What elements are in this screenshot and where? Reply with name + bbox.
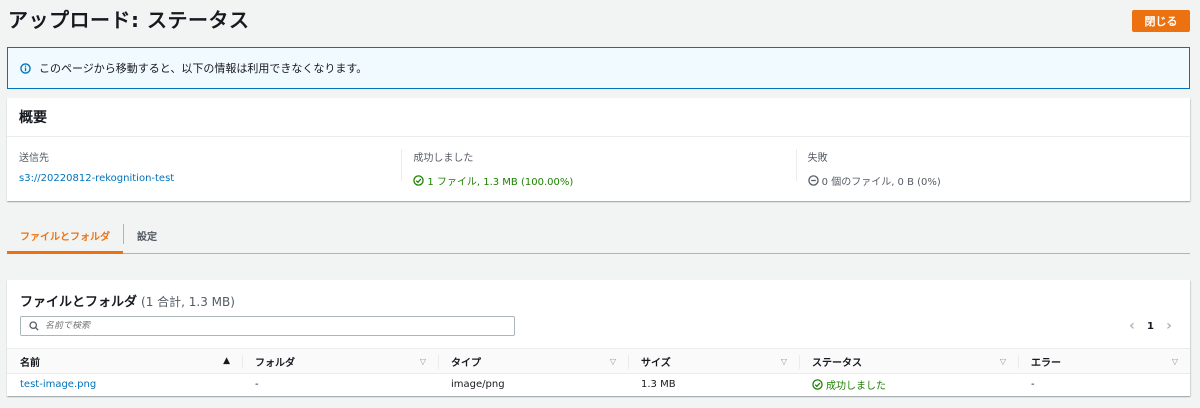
succeeded-text: 1 ファイル, 1.3 MB (100.00%): [427, 177, 574, 188]
column-header-label: フォルダ: [255, 357, 295, 369]
status-text: 成功しました: [826, 380, 886, 392]
file-name-link[interactable]: test-image.png: [7, 379, 242, 390]
sort-icon[interactable]: ▽: [420, 357, 426, 366]
table-header: 名前 ▲ フォルダ ▽ タイプ ▽ サイズ ▽ ステータス ▽ エラー ▽: [7, 348, 1190, 374]
column-header-name[interactable]: 名前 ▲: [7, 349, 242, 373]
info-message: このページから移動すると、以下の情報は利用できなくなります。: [39, 62, 368, 75]
pagination: ‹ 1 ›: [1125, 318, 1176, 334]
status-cell: 成功しました: [799, 377, 1018, 392]
next-page-icon[interactable]: ›: [1162, 318, 1176, 334]
sort-icon[interactable]: ▽: [781, 357, 787, 366]
column-header-label: サイズ: [641, 357, 671, 369]
column-header-folder[interactable]: フォルダ ▽: [242, 349, 438, 373]
files-title: ファイルとフォルダ: [20, 295, 138, 310]
files-header: ファイルとフォルダ (1 合計, 1.3 MB): [20, 291, 235, 310]
previous-page-icon[interactable]: ‹: [1125, 318, 1139, 334]
summary-title: 概要: [19, 110, 47, 126]
search-icon: [29, 321, 39, 331]
files-count: (1 合計, 1.3 MB): [141, 295, 235, 309]
column-header-status[interactable]: ステータス ▽: [799, 349, 1018, 373]
failed-text: 0 個のファイル, 0 B (0%): [821, 177, 941, 188]
folder-cell: -: [255, 378, 259, 390]
column-header-type[interactable]: タイプ ▽: [438, 349, 628, 373]
destination-label: 送信先: [19, 153, 49, 164]
summary-columns: 送信先 s3://20220812-rekognition-test 成功しまし…: [7, 137, 1190, 200]
tab-files-and-folders[interactable]: ファイルとフォルダ: [7, 218, 123, 254]
page-title: アップロード: ステータス: [8, 8, 250, 32]
failed-column: 失敗 0 個のファイル, 0 B (0%): [795, 149, 1190, 200]
failed-label: 失敗: [807, 153, 828, 164]
destination-column: 送信先 s3://20220812-rekognition-test: [7, 149, 401, 200]
column-header-label: ステータス: [812, 357, 862, 369]
page-header: アップロード: ステータス 閉じる: [8, 8, 1190, 36]
error-cell: -: [1031, 378, 1035, 390]
succeeded-label: 成功しました: [413, 153, 474, 164]
minus-circle-icon: [807, 175, 819, 186]
destination-link[interactable]: s3://20220812-rekognition-test: [19, 173, 401, 184]
success-check-icon: [812, 378, 823, 390]
succeeded-column: 成功しました 1 ファイル, 1.3 MB (100.00%): [401, 149, 795, 200]
column-header-label: エラー: [1031, 357, 1061, 369]
column-header-label: 名前: [20, 357, 40, 369]
info-icon: [20, 62, 31, 74]
tab-settings[interactable]: 設定: [124, 218, 170, 253]
search-box: [20, 316, 515, 336]
info-flash-banner: このページから移動すると、以下の情報は利用できなくなります。: [7, 47, 1190, 89]
table-row: test-image.png - image/png 1.3 MB 成功しました…: [7, 374, 1190, 394]
succeeded-value: 1 ファイル, 1.3 MB (100.00%): [413, 173, 795, 188]
column-header-error[interactable]: エラー ▽: [1018, 349, 1190, 373]
success-check-icon: [413, 175, 425, 186]
tab-bar: ファイルとフォルダ 設定: [7, 218, 1190, 254]
column-header-label: タイプ: [451, 357, 481, 369]
size-cell: 1.3 MB: [641, 378, 676, 390]
sort-ascending-icon[interactable]: ▲: [223, 356, 230, 366]
search-input[interactable]: [45, 321, 505, 331]
failed-value: 0 個のファイル, 0 B (0%): [807, 173, 1190, 188]
column-header-size[interactable]: サイズ ▽: [628, 349, 799, 373]
sort-icon[interactable]: ▽: [610, 357, 616, 366]
sort-icon[interactable]: ▽: [1000, 357, 1006, 366]
sort-icon[interactable]: ▽: [1172, 357, 1178, 366]
summary-header: 概要: [7, 98, 1190, 137]
type-cell: image/png: [451, 378, 505, 390]
page-number[interactable]: 1: [1147, 321, 1154, 332]
files-table: 名前 ▲ フォルダ ▽ タイプ ▽ サイズ ▽ ステータス ▽ エラー ▽ te…: [7, 348, 1190, 394]
close-button[interactable]: 閉じる: [1132, 10, 1190, 32]
summary-panel: 概要 送信先 s3://20220812-rekognition-test 成功…: [7, 98, 1190, 201]
files-panel: ファイルとフォルダ (1 合計, 1.3 MB) ‹ 1 › 名前 ▲ フォルダ…: [7, 280, 1190, 396]
